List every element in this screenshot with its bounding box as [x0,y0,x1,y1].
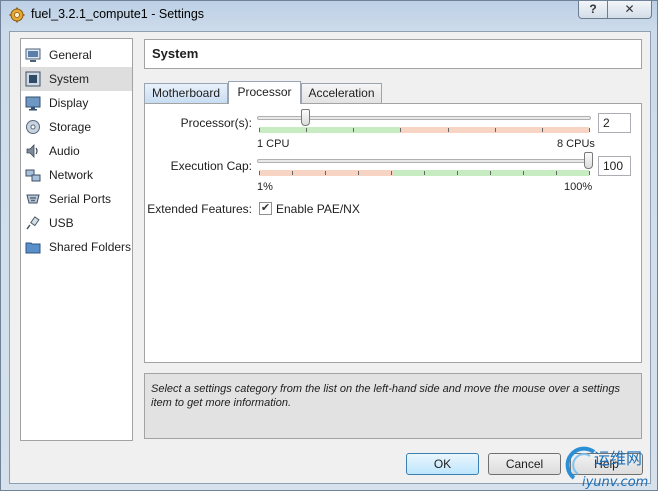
page-title: System [144,39,642,69]
title-help-button[interactable]: ? [578,1,608,19]
processors-slider-thumb[interactable] [301,109,311,126]
sidebar-item-label: USB [49,216,74,230]
sidebar-item-label: Audio [49,144,80,158]
exec-cap-slider-track[interactable] [257,159,591,163]
storage-icon [26,120,40,134]
help-info-box: Select a settings category from the list… [144,373,642,439]
sidebar-item-display[interactable]: Display [21,91,132,115]
gear-app-icon [9,7,25,23]
watermark-logo: 运维网 iyunv.com [565,446,648,490]
shared-folders-icon [25,242,41,254]
processors-label: Processor(s): [180,116,252,130]
usb-icon [26,216,40,230]
slider-tick [358,171,359,175]
watermark-en-text: iyunv.com [582,475,648,490]
serial-ports-icon [26,194,40,204]
sidebar-item-network[interactable]: Network [21,163,132,187]
slider-tick [457,171,458,175]
check-mark-icon: ✔ [260,202,271,214]
slider-tick [589,171,590,175]
sidebar-item-label: Serial Ports [49,192,112,206]
sidebar-item-general[interactable]: General [21,43,132,67]
exec-cap-range-red [259,170,394,176]
exec-cap-spinbox[interactable]: 100 [598,156,631,176]
watermark-cn-text: 运维网 [594,449,642,468]
sidebar-item-audio[interactable]: Audio [21,139,132,163]
processors-min-label: 1 CPU [257,138,290,150]
extended-features-label: Extended Features: [147,202,252,216]
pae-nx-checkbox[interactable]: ✔ [259,202,272,215]
exec-cap-max-label: 100% [564,181,593,193]
slider-tick [306,128,308,132]
sidebar-item-usb[interactable]: USB [21,211,132,235]
processors-range-green [259,127,399,133]
pae-nx-label[interactable]: Enable PAE/NX [276,202,360,216]
exec-cap-slider-thumb[interactable] [584,152,593,169]
title-bar[interactable]: fuel_3.2.1_compute1 - Settings ? ✕ [1,1,657,29]
slider-tick [589,128,590,132]
system-icon [25,71,41,87]
sidebar-item-label: Storage [49,120,92,134]
audio-icon [26,144,38,158]
sidebar-item-storage[interactable]: Storage [21,115,132,139]
cancel-button[interactable]: Cancel [488,453,561,475]
sidebar-item-label: Shared Folders [49,240,132,254]
tab-acceleration[interactable]: Acceleration [301,83,382,103]
slider-tick [424,171,425,175]
slider-tick [292,171,293,175]
tab-processor[interactable]: Processor [228,81,301,104]
slider-tick [391,171,392,175]
slider-tick [259,171,260,175]
sidebar-item-shared-folders[interactable]: Shared Folders [21,235,132,259]
sidebar-item-label: Display [49,96,89,110]
window-close-button[interactable]: ✕ [608,1,652,19]
tab-motherboard[interactable]: Motherboard [144,83,228,103]
settings-window: fuel_3.2.1_compute1 - Settings ? ✕ Gener… [0,0,658,491]
processors-spinbox[interactable]: 2 [598,113,631,133]
display-icon [25,96,41,111]
processors-max-label: 8 CPUs [557,138,595,150]
slider-tick [400,128,402,132]
sidebar-item-system[interactable]: System [21,67,132,91]
sidebar-item-label: Network [49,168,94,182]
slider-tick [353,128,355,132]
general-icon [25,48,41,62]
network-icon [25,169,41,182]
tab-bar: Motherboard Processor Acceleration [144,81,644,104]
slider-tick [325,171,326,175]
slider-tick [541,128,543,132]
category-list[interactable]: General System Display Storage Audio Net… [20,38,133,441]
window-title: fuel_3.2.1_compute1 - Settings [31,7,205,21]
sidebar-item-label: General [49,48,92,62]
ok-button[interactable]: OK [406,453,479,475]
dialog-client-area: General System Display Storage Audio Net… [9,31,651,484]
slider-tick [259,128,260,132]
slider-tick [494,128,496,132]
slider-tick [490,171,491,175]
sidebar-item-label: System [49,72,90,86]
slider-tick [447,128,449,132]
exec-cap-label: Execution Cap: [170,159,252,173]
slider-tick [523,171,524,175]
slider-tick [556,171,557,175]
exec-cap-min-label: 1% [257,181,273,193]
sidebar-item-serial-ports[interactable]: Serial Ports [21,187,132,211]
processor-panel: Processor(s): 1 CPU 8 CPUs 2 Execution C… [144,103,642,363]
